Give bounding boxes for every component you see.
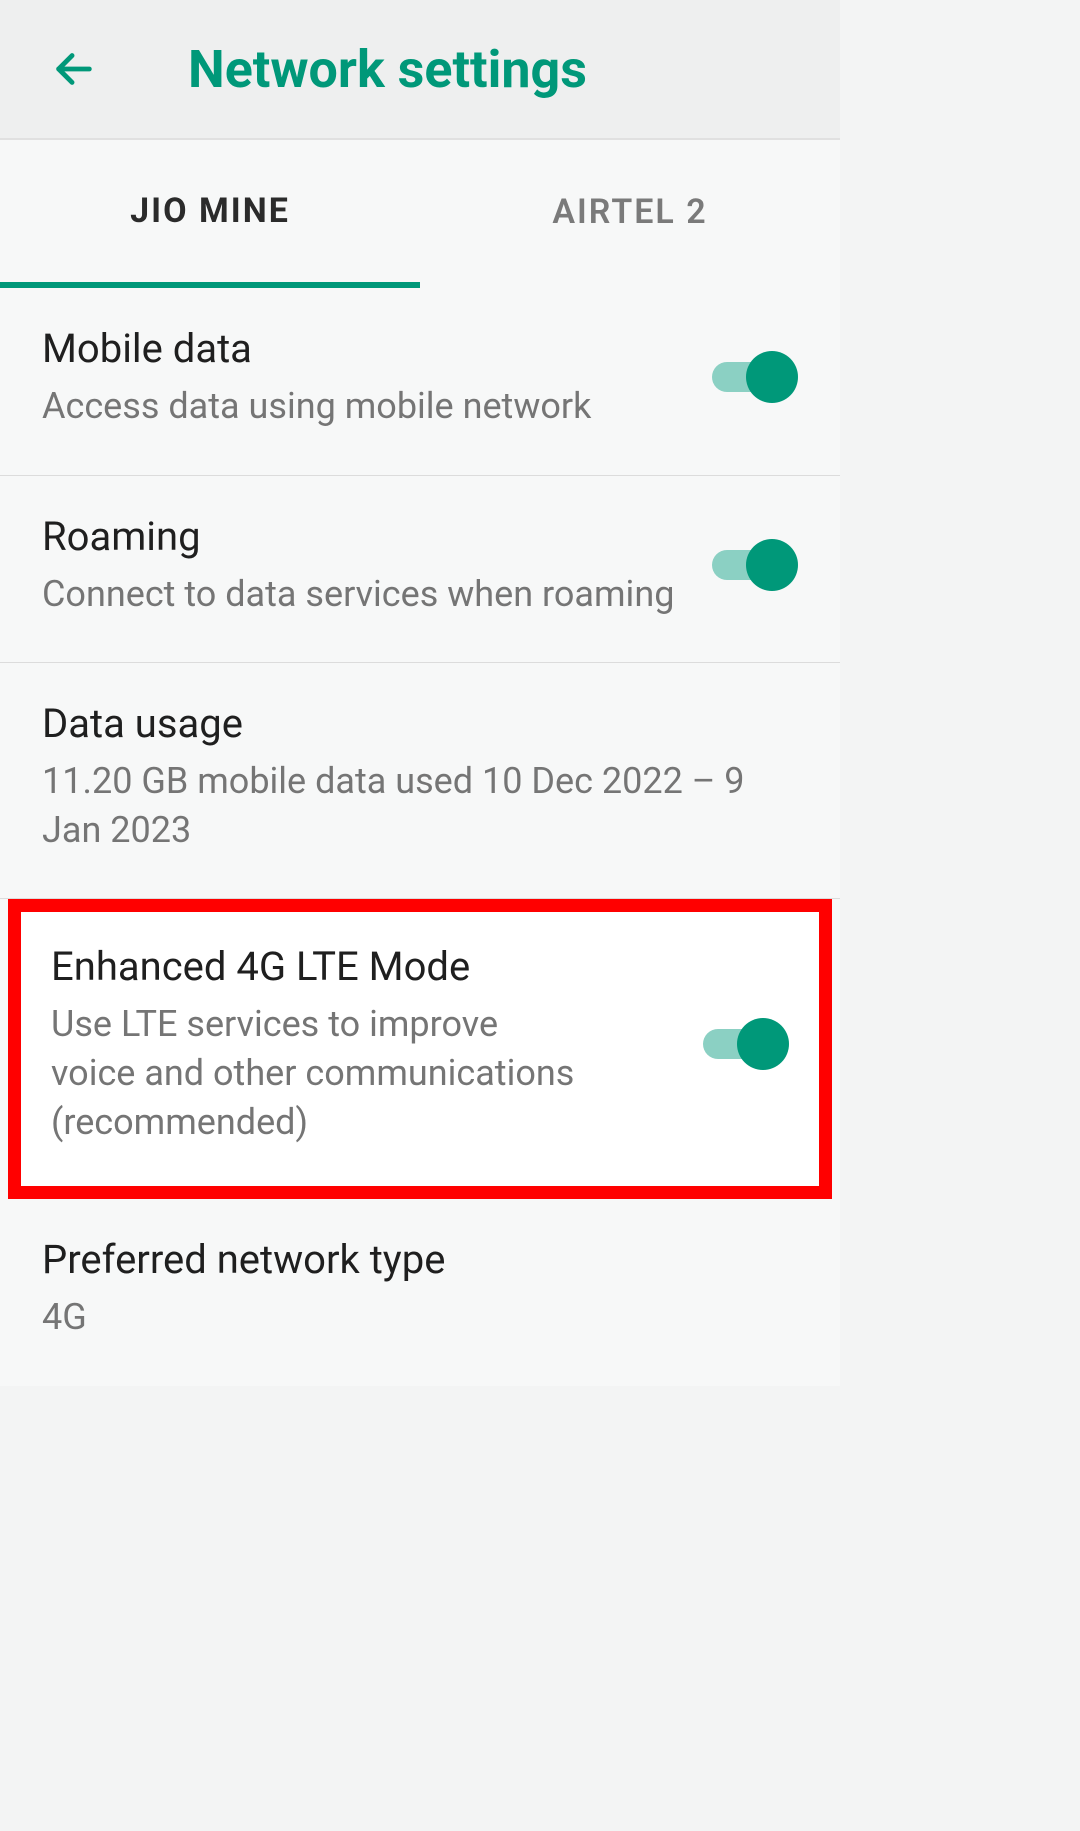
item-title: Data usage — [42, 699, 768, 749]
mobile-data-toggle[interactable] — [712, 351, 798, 403]
sim-tabs: JIO MINE AIRTEL 2 — [0, 140, 840, 288]
enhanced-lte-toggle[interactable] — [703, 1018, 789, 1070]
enhanced-lte-item[interactable]: Enhanced 4G LTE Mode Use LTE services to… — [21, 912, 819, 1186]
item-title: Mobile data — [42, 324, 682, 374]
item-text: Data usage 11.20 GB mobile data used 10 … — [42, 699, 798, 854]
item-title: Roaming — [42, 512, 682, 562]
item-subtitle: Access data using mobile network — [42, 382, 682, 431]
tab-sim-1[interactable]: JIO MINE — [0, 140, 420, 288]
item-text: Preferred network type 4G — [42, 1235, 798, 1342]
item-subtitle: 4G — [42, 1293, 768, 1342]
settings-list: Mobile data Access data using mobile net… — [0, 288, 840, 1386]
roaming-item[interactable]: Roaming Connect to data services when ro… — [0, 476, 840, 664]
back-icon[interactable] — [50, 45, 98, 93]
item-title: Enhanced 4G LTE Mode — [51, 942, 673, 992]
tab-label: AIRTEL 2 — [552, 192, 707, 232]
highlight-box: Enhanced 4G LTE Mode Use LTE services to… — [8, 899, 832, 1199]
data-usage-item[interactable]: Data usage 11.20 GB mobile data used 10 … — [0, 663, 840, 899]
item-title: Preferred network type — [42, 1235, 768, 1285]
tab-label: JIO MINE — [130, 191, 290, 231]
item-subtitle: 11.20 GB mobile data used 10 Dec 2022 – … — [42, 757, 768, 854]
app-header: Network settings — [0, 0, 840, 140]
page-title: Network settings — [188, 39, 587, 100]
tab-sim-2[interactable]: AIRTEL 2 — [420, 140, 840, 288]
roaming-toggle[interactable] — [712, 539, 798, 591]
switch-thumb — [746, 351, 798, 403]
item-text: Enhanced 4G LTE Mode Use LTE services to… — [51, 942, 703, 1146]
switch-thumb — [737, 1018, 789, 1070]
item-text: Mobile data Access data using mobile net… — [42, 324, 712, 431]
item-text: Roaming Connect to data services when ro… — [42, 512, 712, 619]
item-subtitle: Connect to data services when roaming — [42, 570, 682, 619]
mobile-data-item[interactable]: Mobile data Access data using mobile net… — [0, 288, 840, 476]
item-subtitle: Use LTE services to improve voice and ot… — [51, 1000, 591, 1146]
preferred-network-item[interactable]: Preferred network type 4G — [0, 1199, 840, 1386]
switch-thumb — [746, 539, 798, 591]
